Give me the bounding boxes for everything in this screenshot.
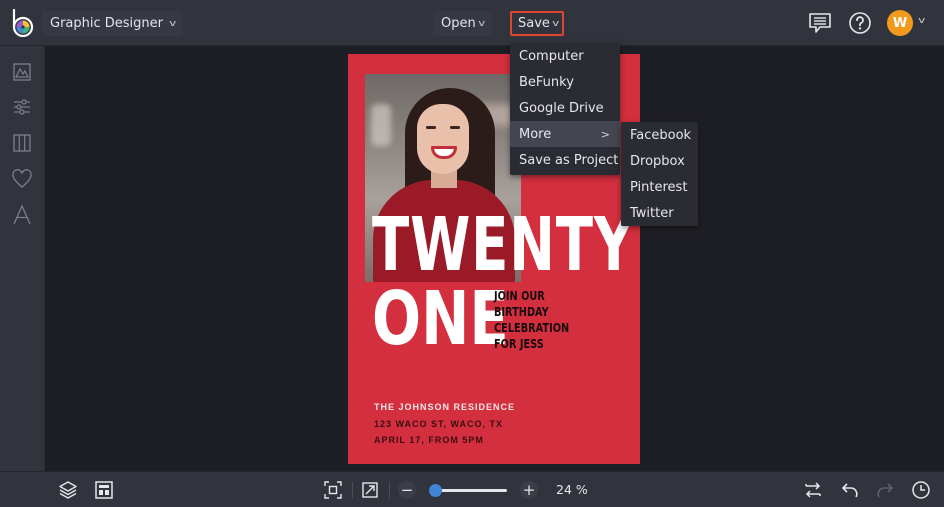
actual-size-icon[interactable] (360, 480, 380, 500)
toolbar-divider (389, 482, 390, 499)
menu-item-label: BeFunky (519, 74, 574, 90)
tagline-line: BIRTHDAY (494, 304, 549, 319)
befunky-logo-icon[interactable] (10, 9, 36, 37)
open-button[interactable]: Open v (433, 11, 493, 36)
fit-to-screen-icon[interactable] (323, 480, 343, 500)
save-menu: Computer BeFunky Google Drive More > Sav… (510, 43, 620, 175)
zoom-slider[interactable] (429, 484, 507, 497)
image-icon[interactable] (11, 61, 33, 83)
user-avatar[interactable]: W (887, 10, 913, 36)
save-menu-item-befunky[interactable]: BeFunky (510, 69, 620, 95)
layout-template-icon[interactable] (94, 480, 114, 500)
zoom-slider-thumb[interactable] (429, 484, 443, 497)
adjust-sliders-icon[interactable] (11, 96, 33, 118)
help-icon[interactable] (848, 11, 872, 35)
layout-columns-icon[interactable] (11, 132, 33, 154)
menu-item-label: More (519, 126, 552, 142)
more-menu-item-twitter[interactable]: Twitter (621, 200, 698, 226)
chevron-down-icon: v (169, 18, 177, 29)
app-mode-dropdown[interactable]: Graphic Designer v (42, 11, 184, 36)
minus-icon: − (400, 480, 414, 499)
tagline-line: FOR JESS (494, 336, 544, 351)
menu-item-label: Twitter (630, 205, 674, 221)
address-line: 123 WACO ST, WACO, TX (374, 418, 504, 429)
chevron-down-icon: v (552, 18, 560, 29)
photo-bokeh (371, 104, 391, 146)
tagline-line: JOIN OUR (494, 288, 545, 303)
photo-eye (450, 126, 460, 129)
save-menu-item-google-drive[interactable]: Google Drive (510, 95, 620, 121)
save-button[interactable]: Save v (510, 11, 564, 36)
left-sidebar (0, 46, 45, 471)
feedback-icon[interactable] (808, 11, 832, 35)
app-mode-label: Graphic Designer (50, 16, 163, 31)
more-submenu: Facebook Dropbox Pinterest Twitter (621, 122, 698, 226)
event-details-text[interactable]: THE JOHNSON RESIDENCE 123 WACO ST, WACO,… (374, 399, 515, 449)
save-menu-item-computer[interactable]: Computer (510, 43, 620, 69)
save-label: Save (518, 16, 550, 31)
bottom-toolbar: − + 24 % (0, 471, 944, 507)
toolbar-divider (352, 482, 353, 499)
save-menu-item-more[interactable]: More > (510, 121, 620, 147)
menu-item-label: Google Drive (519, 100, 604, 116)
photo-eye (426, 126, 436, 129)
undo-icon[interactable] (840, 480, 860, 500)
app-window: Graphic Designer v Open v Save v W v TWE… (0, 0, 944, 507)
headline-twenty[interactable]: TWENTY (372, 208, 634, 282)
date-line: APRIL 17, FROM 5PM (374, 435, 484, 445)
tagline-text[interactable]: JOIN OUR BIRTHDAY CELEBRATION FOR JESS (494, 288, 569, 352)
account-chevron-down-icon[interactable]: v (918, 16, 925, 26)
top-bar: Graphic Designer v Open v Save v W v (0, 0, 944, 46)
menu-item-label: Dropbox (630, 153, 685, 169)
more-menu-item-pinterest[interactable]: Pinterest (621, 174, 698, 200)
tagline-line: CELEBRATION (494, 320, 570, 335)
user-initial: W (892, 15, 908, 31)
redo-icon[interactable] (875, 480, 895, 500)
zoom-in-button[interactable]: + (520, 481, 538, 499)
heart-icon[interactable] (11, 168, 33, 190)
menu-item-label: Pinterest (630, 179, 688, 195)
menu-item-label: Facebook (630, 127, 692, 143)
save-menu-item-save-as-project[interactable]: Save as Project (510, 147, 620, 173)
menu-item-label: Save as Project (519, 152, 619, 168)
venue-line: THE JOHNSON RESIDENCE (374, 402, 516, 412)
photo-face (417, 104, 469, 174)
zoom-out-button[interactable]: − (398, 481, 416, 499)
more-menu-item-dropbox[interactable]: Dropbox (621, 148, 698, 174)
swap-icon[interactable] (803, 480, 823, 500)
more-menu-item-facebook[interactable]: Facebook (621, 122, 698, 148)
text-icon[interactable] (11, 204, 33, 226)
plus-icon: + (522, 480, 536, 499)
open-label: Open (441, 16, 476, 31)
history-clock-icon[interactable] (911, 480, 931, 500)
layers-icon[interactable] (58, 480, 78, 500)
chevron-down-icon: v (477, 18, 485, 29)
chevron-right-icon: > (600, 127, 610, 141)
zoom-percent-label: 24 % (556, 482, 588, 497)
menu-item-label: Computer (519, 48, 584, 64)
headline-one[interactable]: ONE (372, 282, 509, 356)
